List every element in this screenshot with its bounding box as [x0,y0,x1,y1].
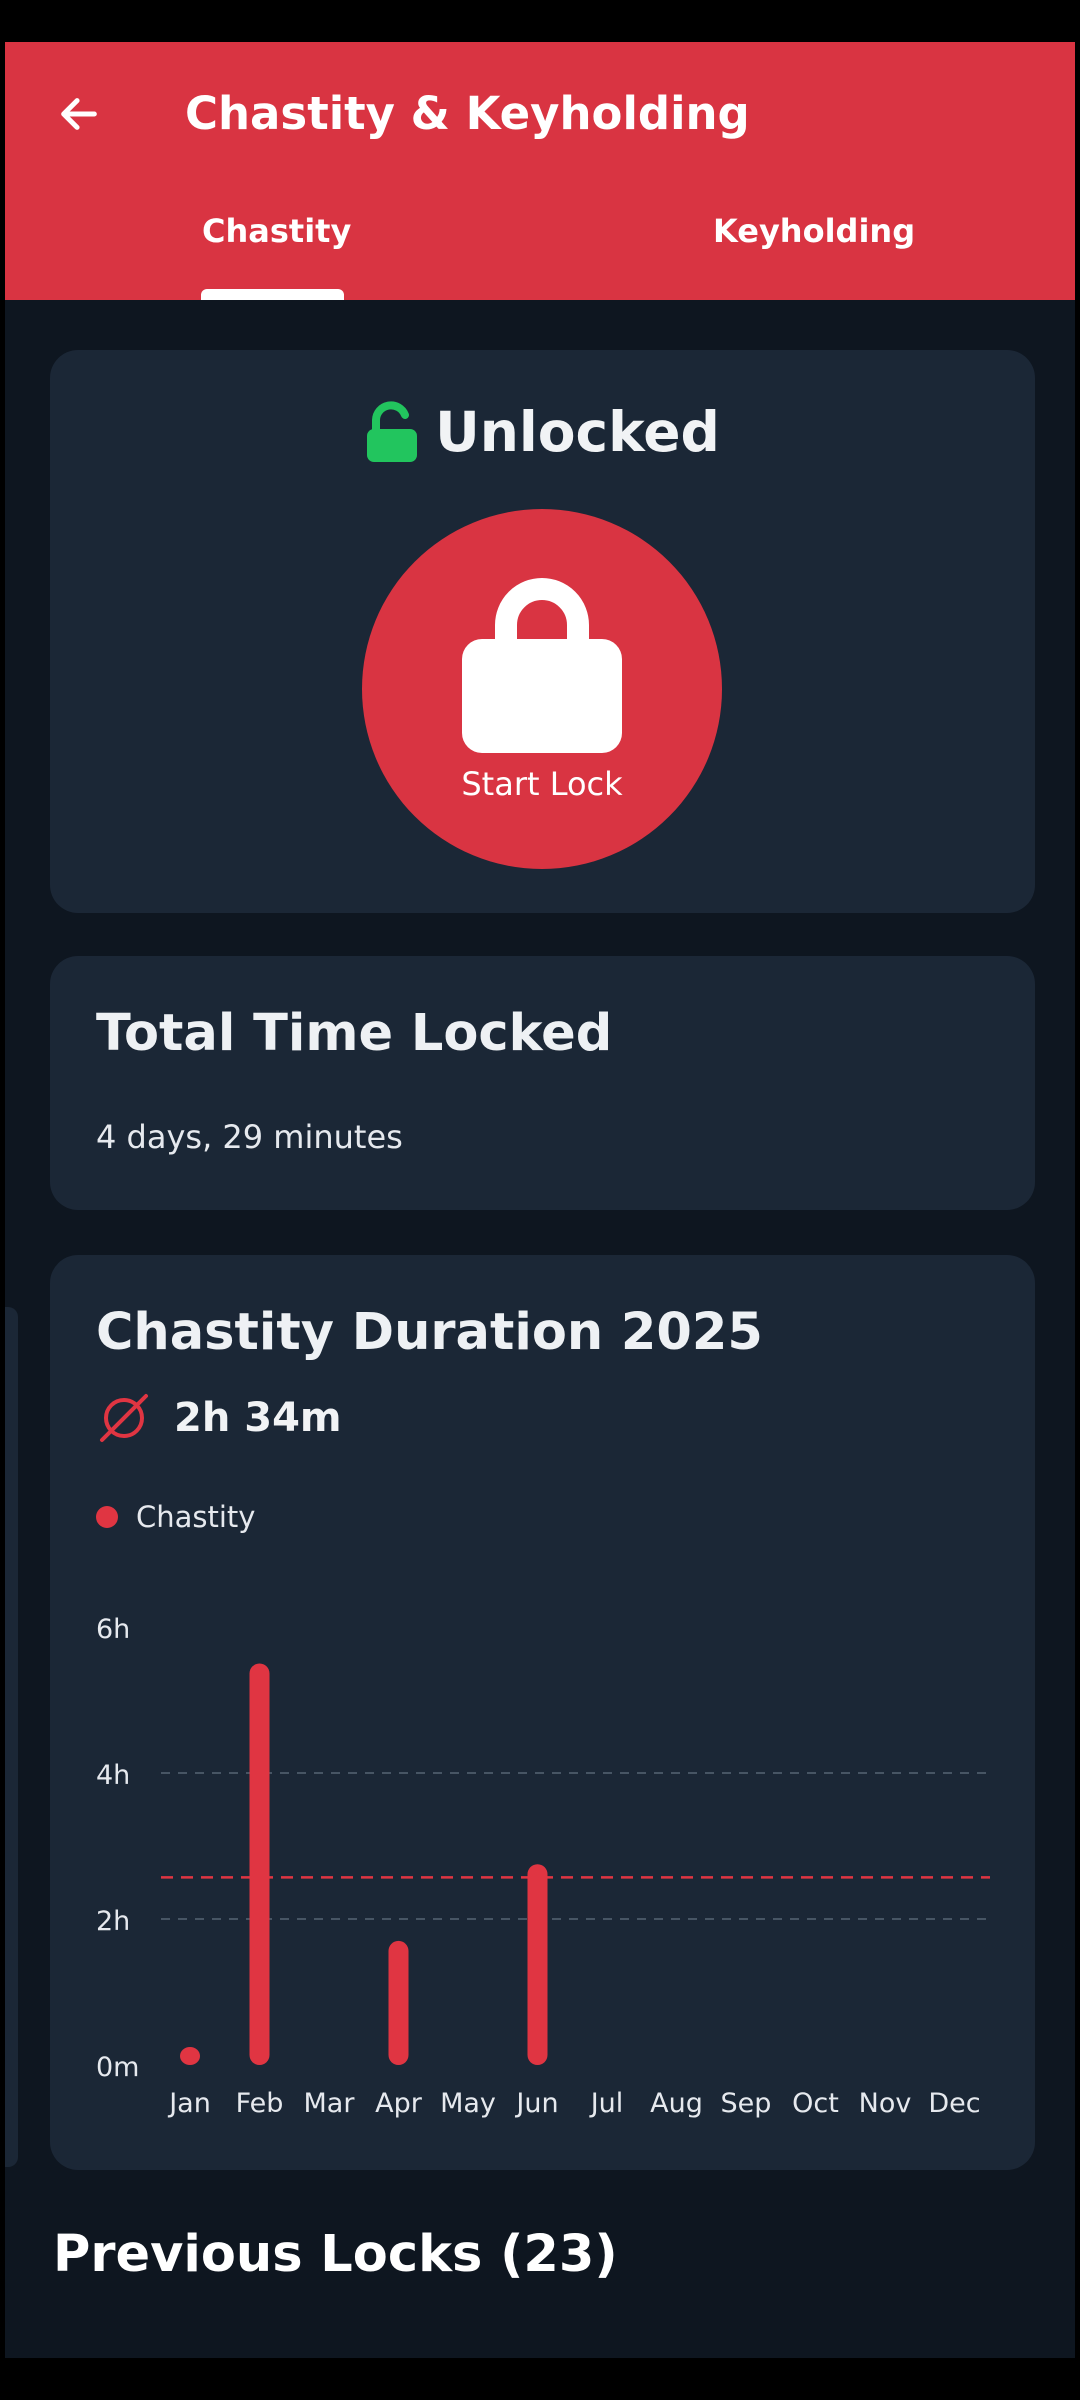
total-time-value: 4 days, 29 minutes [96,1118,403,1156]
x-tick-label: Sep [721,2088,772,2119]
arrow-left-icon [61,98,97,130]
app-bar: Chastity & Keyholding Chastity Keyholdin… [5,42,1075,300]
tab-indicator [201,289,344,300]
total-time-card: Total Time Locked 4 days, 29 minutes [50,956,1035,1210]
chart-bar [388,1940,409,2065]
x-tick-label: Aug [650,2088,703,2119]
tab-keyholding[interactable]: Keyholding [713,212,915,250]
start-lock-label: Start Lock [461,765,623,803]
lock-status-label: Unlocked [435,400,720,464]
x-tick-label: Mar [304,2088,356,2119]
back-button[interactable] [49,84,109,144]
duration-chart-card: Chastity Duration 2025 2h 34m Chastity 0… [50,1255,1035,2170]
duration-bar-chart: 0m 2h 4h 6h Jan Feb Mar Apr May Jun Jul Aug Sep Oct No… [96,1614,990,2119]
previous-card-edge [5,1307,18,2167]
lock-status-card: Unlocked Start Lock [50,350,1035,913]
y-tick-label: 0m [96,2052,139,2083]
lock-status: Unlocked [50,400,1035,464]
x-tick-label: Nov [859,2088,912,2119]
chart-bar [527,1864,548,2065]
app-screen: Chastity & Keyholding Chastity Keyholdin… [5,42,1075,2358]
y-tick-label: 2h [96,1906,130,1937]
page-title: Chastity & Keyholding [185,87,750,140]
x-tick-label: Jan [167,2088,211,2119]
x-tick-label: Oct [792,2088,839,2119]
x-tick-label: May [440,2088,496,2119]
padlock-icon [462,578,622,753]
previous-locks-title[interactable]: Previous Locks (23) [53,2225,618,2284]
y-tick-label: 4h [96,1760,130,1791]
tab-chastity[interactable]: Chastity [202,212,351,250]
x-tick-label: Jun [514,2088,558,2119]
chart-bar [180,2047,200,2065]
x-tick-label: Feb [236,2088,284,2119]
x-tick-label: Dec [928,2088,980,2119]
start-lock-button[interactable]: Start Lock [362,509,722,869]
x-tick-label: Apr [375,2088,423,2119]
chart-bar [249,1663,270,2065]
x-tick-label: Jul [589,2088,624,2119]
total-time-title: Total Time Locked [96,1004,613,1063]
y-tick-label: 6h [96,1614,130,1645]
unlocked-padlock-icon [367,401,418,462]
